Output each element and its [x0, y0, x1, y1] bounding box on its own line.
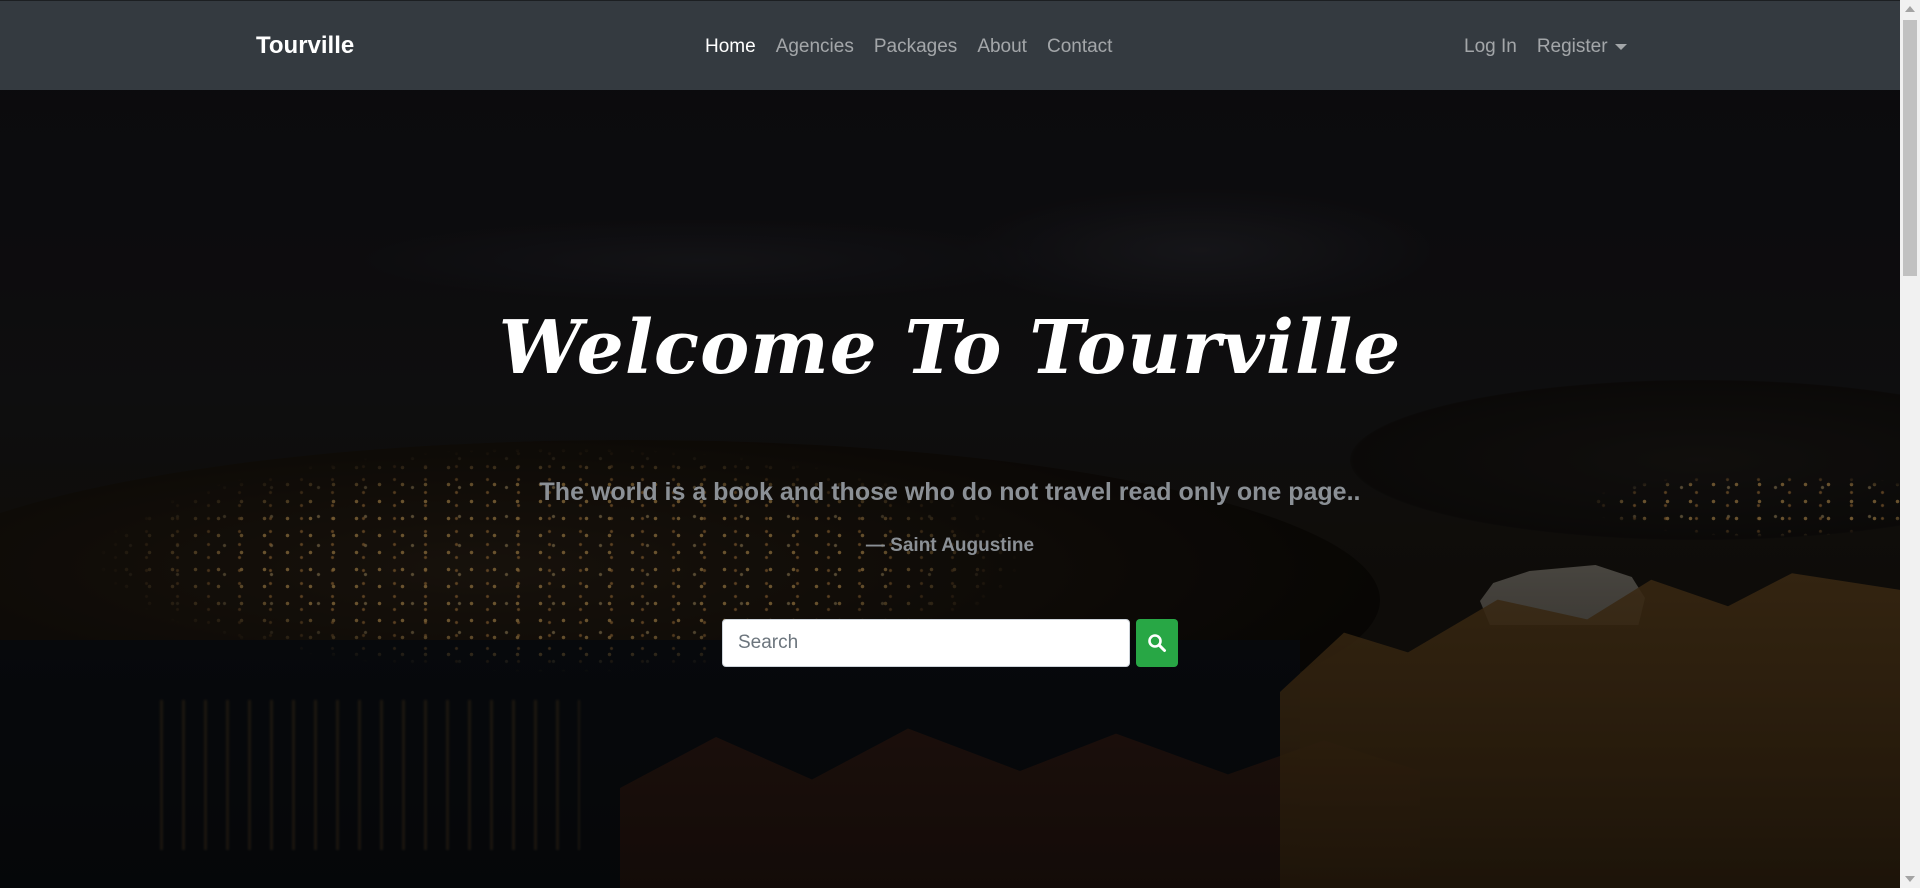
nav-links: Home Agencies Packages About Contact: [705, 36, 1112, 58]
nav-auth: Log In Register: [1464, 36, 1627, 58]
hero-background-image: [0, 0, 1900, 888]
register-dropdown[interactable]: Register: [1537, 36, 1627, 58]
brand-logo[interactable]: Tourville: [256, 32, 354, 60]
nav-link-contact[interactable]: Contact: [1047, 36, 1112, 58]
page-viewport: Tourville Home Agencies Packages About C…: [0, 0, 1900, 888]
register-label: Register: [1536, 36, 1608, 57]
nav-link-home[interactable]: Home: [705, 36, 756, 58]
search-form: [722, 619, 1178, 667]
search-button[interactable]: [1136, 619, 1178, 667]
nav-link-about[interactable]: About: [977, 36, 1027, 58]
scroll-up-icon[interactable]: [1905, 6, 1915, 12]
login-link[interactable]: Log In: [1464, 36, 1517, 58]
scrollbar-thumb[interactable]: [1903, 20, 1917, 276]
hero-quote: The world is a book and those who do not…: [539, 478, 1361, 506]
hero-title: Welcome To Tourville: [498, 305, 1402, 391]
search-input[interactable]: [722, 619, 1130, 667]
nav-link-packages[interactable]: Packages: [874, 36, 957, 58]
vertical-scrollbar[interactable]: [1900, 0, 1920, 888]
hero-quote-author: — Saint Augustine: [865, 535, 1035, 556]
caret-down-icon: [1614, 43, 1627, 50]
nav-link-agencies[interactable]: Agencies: [776, 36, 854, 58]
navbar: Tourville Home Agencies Packages About C…: [0, 0, 1900, 90]
search-icon: [1148, 634, 1166, 652]
scroll-down-icon[interactable]: [1905, 876, 1915, 882]
